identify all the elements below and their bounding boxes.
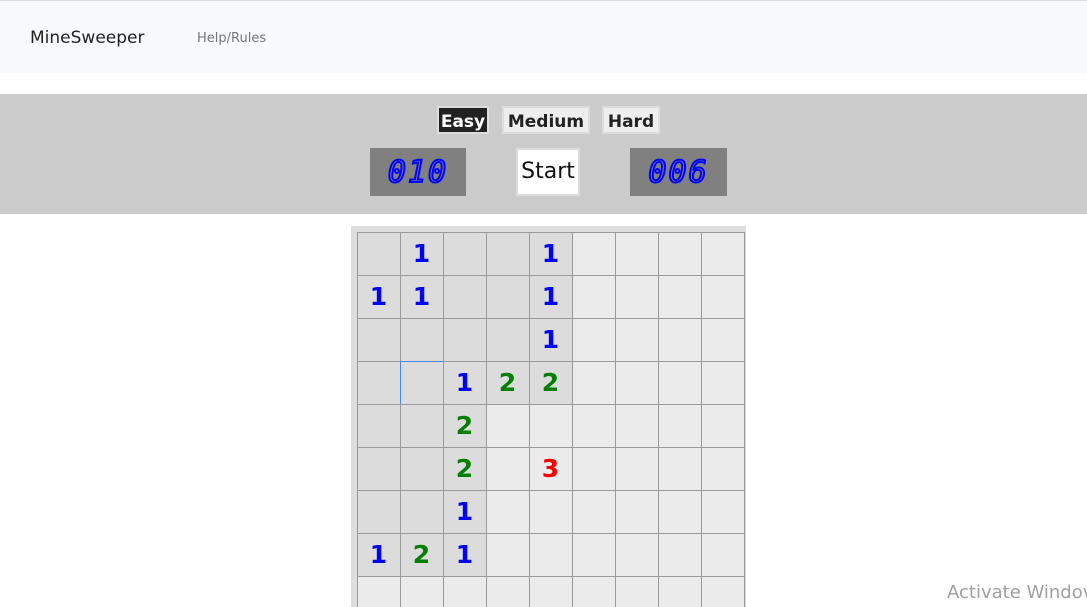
board-cell[interactable] [571, 575, 616, 607]
board-cell[interactable] [442, 575, 487, 607]
board-cell[interactable]: 1 [356, 532, 401, 577]
board-cell[interactable] [571, 360, 616, 405]
board-cell[interactable] [485, 532, 530, 577]
board-cell[interactable] [442, 317, 487, 362]
board-cell[interactable] [356, 489, 401, 534]
board-cell[interactable]: 2 [485, 360, 530, 405]
board-cell[interactable]: 2 [442, 403, 487, 448]
board-cell[interactable] [356, 403, 401, 448]
board-cell[interactable] [571, 532, 616, 577]
board-cell[interactable] [700, 360, 745, 405]
board-cell[interactable]: 1 [528, 231, 573, 276]
board-cell[interactable] [657, 446, 702, 491]
board-cell[interactable] [614, 575, 659, 607]
board-cell[interactable] [356, 360, 401, 405]
navbar: MineSweeper Help/Rules [0, 1, 1087, 73]
board-cell[interactable]: 1 [399, 274, 444, 319]
board-cell[interactable] [614, 403, 659, 448]
board-cell[interactable] [657, 231, 702, 276]
board-cell[interactable] [571, 231, 616, 276]
board-cell[interactable] [700, 489, 745, 534]
board-cell[interactable] [528, 489, 573, 534]
board-cell[interactable] [700, 317, 745, 362]
board-cell[interactable] [571, 317, 616, 362]
board-cell[interactable] [657, 274, 702, 319]
board-cell[interactable] [356, 446, 401, 491]
board-cell[interactable] [485, 575, 530, 607]
board-cell[interactable] [528, 575, 573, 607]
board-cell[interactable] [399, 317, 444, 362]
game-board: 1111111222231121 [351, 226, 746, 607]
board-cell[interactable] [442, 231, 487, 276]
board-cell[interactable]: 1 [528, 274, 573, 319]
board-cell[interactable] [442, 274, 487, 319]
board-cell[interactable] [399, 360, 444, 405]
board-cell[interactable] [657, 403, 702, 448]
board-cell[interactable]: 1 [442, 360, 487, 405]
board-cell[interactable]: 2 [528, 360, 573, 405]
board-cell[interactable] [528, 532, 573, 577]
board-cell[interactable] [614, 489, 659, 534]
board-cell[interactable]: 1 [528, 317, 573, 362]
board-cell[interactable] [399, 575, 444, 607]
easy-button[interactable]: Easy [437, 106, 489, 134]
board-cell[interactable] [614, 274, 659, 319]
board-cell[interactable] [399, 489, 444, 534]
board-cell[interactable]: 1 [442, 489, 487, 534]
board-cell[interactable] [657, 489, 702, 534]
start-button[interactable]: Start [516, 148, 580, 196]
cell-grid: 1111111222231121 [356, 231, 745, 607]
board-cell[interactable] [356, 231, 401, 276]
board-cell[interactable] [485, 446, 530, 491]
timer-value: 006 [647, 154, 709, 191]
board-cell[interactable]: 1 [442, 532, 487, 577]
board-cell[interactable] [657, 575, 702, 607]
board-cell[interactable]: 1 [356, 274, 401, 319]
board-cell[interactable]: 1 [399, 231, 444, 276]
control-panel: Easy Medium Hard 010 Start 006 [0, 94, 1087, 214]
board-cell[interactable] [356, 317, 401, 362]
medium-button[interactable]: Medium [502, 106, 590, 134]
hard-button[interactable]: Hard [602, 106, 660, 134]
board-cell[interactable] [700, 575, 745, 607]
timer: 006 [630, 148, 727, 196]
mine-counter: 010 [370, 148, 466, 196]
board-cell[interactable] [485, 231, 530, 276]
board-cell[interactable] [485, 317, 530, 362]
board-cell[interactable] [614, 231, 659, 276]
board-cell[interactable] [700, 231, 745, 276]
board-cell[interactable] [614, 360, 659, 405]
board-cell[interactable] [614, 446, 659, 491]
board-cell[interactable] [657, 317, 702, 362]
board-cell[interactable]: 2 [442, 446, 487, 491]
board-cell[interactable]: 3 [528, 446, 573, 491]
board-cell[interactable] [356, 575, 401, 607]
board-cell[interactable] [700, 274, 745, 319]
board-cell[interactable] [571, 446, 616, 491]
board-cell[interactable] [614, 317, 659, 362]
mine-counter-value: 010 [387, 154, 449, 191]
activate-windows-watermark: Activate Windov [947, 582, 1087, 603]
board-cell[interactable] [700, 403, 745, 448]
board-cell[interactable] [571, 274, 616, 319]
board-cell[interactable] [700, 532, 745, 577]
board-cell[interactable] [485, 403, 530, 448]
board-cell[interactable] [485, 489, 530, 534]
board-cell[interactable] [485, 274, 530, 319]
board-cell[interactable]: 2 [399, 532, 444, 577]
board-cell[interactable] [657, 360, 702, 405]
board-cell[interactable] [657, 532, 702, 577]
board-cell[interactable] [399, 446, 444, 491]
brand-link[interactable]: MineSweeper [30, 28, 144, 48]
board-cell[interactable] [399, 403, 444, 448]
help-rules-link[interactable]: Help/Rules [197, 31, 266, 46]
board-cell[interactable] [614, 532, 659, 577]
board-cell[interactable] [528, 403, 573, 448]
board-cell[interactable] [571, 403, 616, 448]
board-cell[interactable] [700, 446, 745, 491]
board-cell[interactable] [571, 489, 616, 534]
